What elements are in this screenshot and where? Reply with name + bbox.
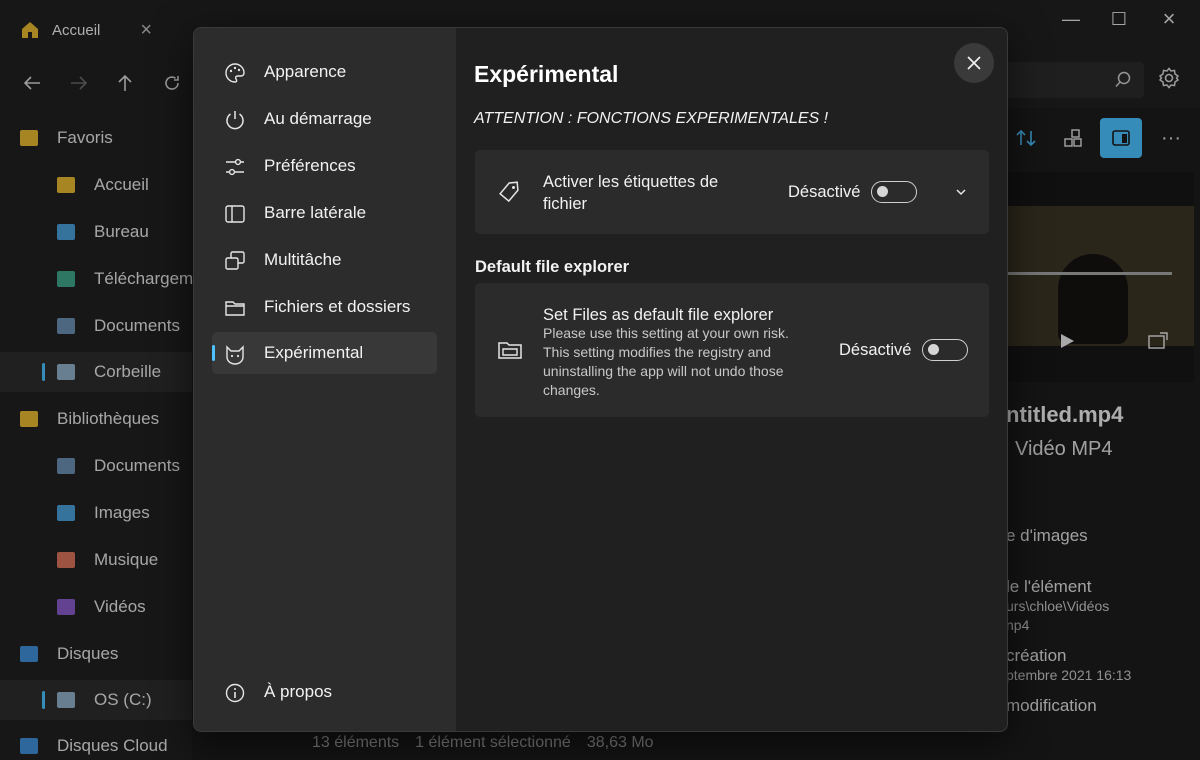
default-explorer-toggle-label: Désactivé	[839, 341, 912, 359]
sliders-icon	[226, 158, 244, 176]
default-explorer-desc-line: changes.	[543, 382, 600, 398]
settings-dialog: Apparence Au démarrage Préférences Barre…	[193, 27, 1008, 732]
settings-content: Expérimental ATTENTION : FONCTIONS EXPER…	[456, 28, 1007, 731]
file-tags-title-line2: fichier	[543, 195, 588, 213]
default-explorer-desc-line: Please use this setting at your own risk…	[543, 325, 789, 341]
settings-nav-label: Fichiers et dossiers	[264, 297, 411, 316]
close-icon	[967, 56, 981, 70]
folder-open-icon	[498, 342, 522, 359]
settings-nav-label: Barre latérale	[264, 203, 367, 222]
settings-nav-label: Préférences	[264, 156, 356, 175]
experimental-warning: ATTENTION : FONCTIONS EXPERIMENTALES !	[474, 110, 829, 127]
file-tags-toggle[interactable]	[871, 181, 917, 203]
folder-icon	[225, 301, 245, 316]
page-title: Expérimental	[474, 61, 619, 87]
settings-nav-label: À propos	[264, 682, 333, 701]
settings-nav-barre-laterale[interactable]: Barre latérale	[212, 192, 437, 234]
power-icon	[226, 111, 244, 130]
settings-nav-multitache[interactable]: Multitâche	[212, 239, 437, 281]
settings-nav-apparence[interactable]: Apparence	[212, 51, 437, 93]
sidebar-icon	[225, 205, 245, 223]
chevron-down-icon[interactable]	[954, 186, 968, 198]
settings-nav-label: Au démarrage	[264, 109, 372, 128]
settings-nav-label: Expérimental	[264, 343, 364, 362]
settings-nav-au-demarrage[interactable]: Au démarrage	[212, 98, 437, 140]
default-explorer-desc-line: This setting modifies the registry and	[543, 344, 771, 360]
settings-nav-label: Multitâche	[264, 250, 342, 269]
default-explorer-setting-card[interactable]: Set Files as default file explorer Pleas…	[475, 283, 989, 417]
close-dialog-button[interactable]	[954, 43, 994, 83]
file-tags-toggle-label: Désactivé	[788, 183, 861, 201]
multitask-icon	[225, 251, 245, 270]
info-icon	[225, 683, 245, 703]
settings-nav-label: Apparence	[264, 62, 347, 81]
default-explorer-toggle[interactable]	[922, 339, 968, 361]
palette-icon	[225, 63, 245, 83]
settings-nav: Apparence Au démarrage Préférences Barre…	[194, 28, 456, 731]
settings-nav-preferences[interactable]: Préférences	[212, 145, 437, 187]
file-tags-setting-card[interactable]: Activer les étiquettes de fichier Désact…	[475, 150, 989, 234]
tag-icon	[499, 181, 519, 203]
default-explorer-title: Set Files as default file explorer	[543, 306, 774, 324]
settings-nav-a-propos[interactable]: À propos	[212, 671, 437, 713]
file-tags-title-line1: Activer les étiquettes de	[543, 173, 719, 191]
cat-icon	[226, 345, 244, 365]
section-title-default-explorer: Default file explorer	[475, 258, 630, 276]
settings-nav-fichiers-dossiers[interactable]: Fichiers et dossiers	[212, 286, 437, 328]
default-explorer-desc-line: uninstalling the app will not undo those	[543, 363, 784, 379]
settings-nav-experimental[interactable]: Expérimental	[212, 332, 437, 374]
